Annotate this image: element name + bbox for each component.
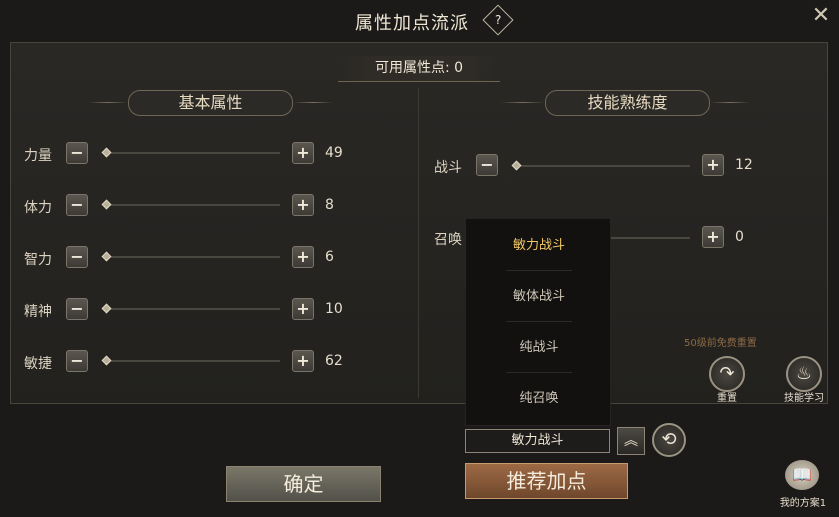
section-divider <box>418 88 419 398</box>
row-label: 战斗 <box>434 160 462 176</box>
row-value: 49 <box>325 145 343 161</box>
available-points: 可用属性点: 0 <box>338 56 500 82</box>
dropdown-option[interactable]: 纯召唤 <box>466 374 612 424</box>
row-label: 召唤 <box>434 232 462 248</box>
my-plan-label[interactable]: 我的方案1 <box>770 494 836 509</box>
free-reset-hint: 50级前免费重置 <box>684 338 757 349</box>
refresh-cycle-icon[interactable]: ⟲ <box>652 423 686 457</box>
row-value: 8 <box>325 197 334 213</box>
row-value: 62 <box>325 353 343 369</box>
slider-track[interactable] <box>104 256 280 258</box>
skill-learn-label: 技能学习 <box>784 393 824 404</box>
slider-track[interactable] <box>611 237 690 239</box>
skill-learn-button[interactable]: ♨ <box>786 356 822 392</box>
dropdown-option[interactable]: 敏力战斗 <box>466 221 612 271</box>
row-label: 精神 <box>24 304 52 320</box>
dropdown-separator <box>506 372 572 373</box>
dropdown-option[interactable]: 敏体战斗 <box>466 272 612 322</box>
plus-button[interactable]: + <box>292 298 314 320</box>
window-title: 属性加点流派 <box>355 13 469 34</box>
basic-attributes-header: 基本属性 <box>128 90 293 116</box>
row-value: 0 <box>735 229 744 245</box>
reset-arrow-icon: ↷ <box>719 363 735 384</box>
row-value: 10 <box>325 301 343 317</box>
row-label: 体力 <box>24 200 52 216</box>
right-ornament <box>500 102 545 103</box>
dropdown-separator <box>506 270 572 271</box>
row-label: 力量 <box>24 148 52 164</box>
minus-button[interactable]: − <box>476 154 498 176</box>
minus-button[interactable]: − <box>66 246 88 268</box>
slider-track[interactable] <box>104 360 280 362</box>
skill-proficiency-header: 技能熟练度 <box>545 90 710 116</box>
row-value: 6 <box>325 249 334 265</box>
minus-button[interactable]: − <box>66 194 88 216</box>
dropdown-separator <box>506 321 572 322</box>
right-ornament-right <box>710 102 750 103</box>
row-label: 智力 <box>24 252 52 268</box>
plus-button[interactable]: + <box>292 350 314 372</box>
plus-button[interactable]: + <box>292 246 314 268</box>
left-ornament-right <box>293 102 333 103</box>
dropdown-option[interactable]: 纯战斗 <box>466 323 612 373</box>
confirm-button[interactable]: 确定 <box>226 466 381 502</box>
flame-icon: ♨ <box>795 363 813 384</box>
collapse-chevron-up-icon[interactable]: ︽ <box>617 427 645 455</box>
title-bar: 属性加点流派 ? ✕ <box>0 0 839 42</box>
build-dropdown-list: 敏力战斗 敏体战斗 纯战斗 纯召唤 <box>465 218 611 426</box>
row-value: 12 <box>735 157 753 173</box>
plus-button[interactable]: + <box>292 142 314 164</box>
build-select[interactable]: 敏力战斗 <box>465 429 610 453</box>
close-icon[interactable]: ✕ <box>809 4 833 28</box>
minus-button[interactable]: − <box>66 298 88 320</box>
plus-button[interactable]: + <box>702 226 724 248</box>
recommend-points-button[interactable]: 推荐加点 <box>465 463 628 499</box>
plus-button[interactable]: + <box>702 154 724 176</box>
question-icon[interactable]: ? <box>482 4 514 36</box>
left-ornament <box>88 102 128 103</box>
minus-button[interactable]: − <box>66 142 88 164</box>
slider-track[interactable] <box>104 308 280 310</box>
reset-button[interactable]: ↷ <box>709 356 745 392</box>
plus-button[interactable]: + <box>292 194 314 216</box>
book-icon[interactable]: 📖 <box>785 460 819 490</box>
minus-button[interactable]: − <box>66 350 88 372</box>
slider-track[interactable] <box>104 204 280 206</box>
row-label: 敏捷 <box>24 356 52 372</box>
slider-track[interactable] <box>514 165 690 167</box>
reset-label: 重置 <box>717 393 737 404</box>
slider-track[interactable] <box>104 152 280 154</box>
